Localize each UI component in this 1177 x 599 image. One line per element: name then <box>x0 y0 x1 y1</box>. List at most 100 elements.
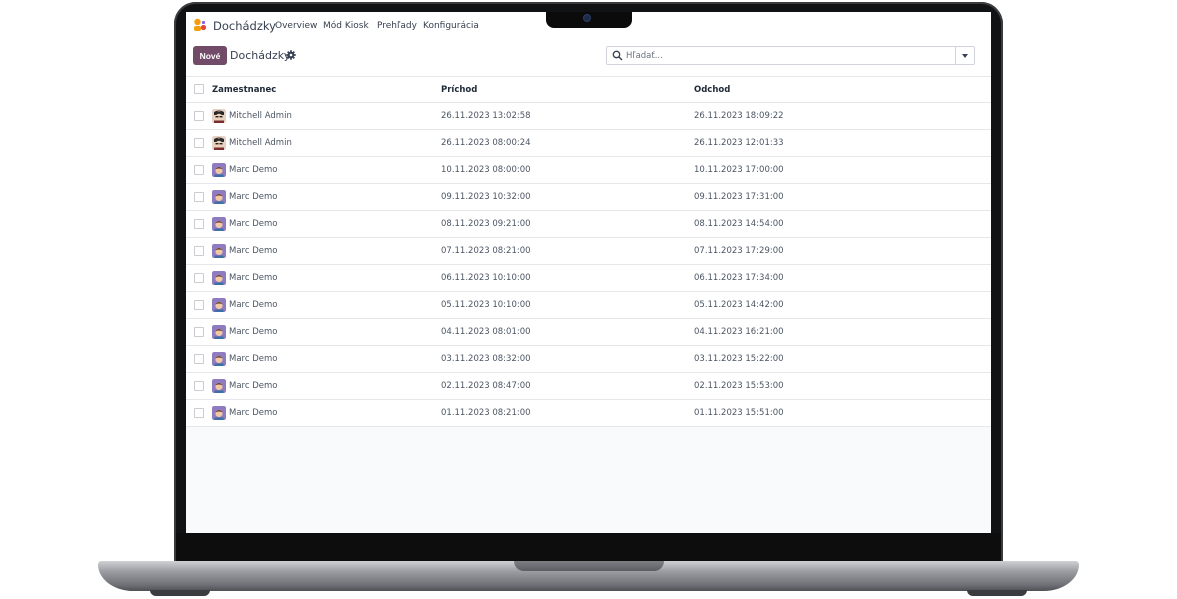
app-name[interactable]: Dochádzky <box>213 19 276 33</box>
check-in-cell: 06.11.2023 10:10:00 <box>441 264 694 292</box>
employee-name: Marc Demo <box>229 219 278 229</box>
employee-avatar <box>212 109 226 123</box>
table-row[interactable]: Marc Demo 10.11.2023 08:00:00 10.11.2023 1… <box>186 156 991 184</box>
gear-icon[interactable] <box>286 50 296 60</box>
table-row[interactable]: Marc Demo 01.11.2023 08:21:00 01.11.2023 1… <box>186 399 991 427</box>
check-in-cell: 07.11.2023 08:21:00 <box>441 237 694 265</box>
table-row[interactable]: Marc Demo 09.11.2023 10:32:00 09.11.2023 1… <box>186 183 991 211</box>
employee-name: Marc Demo <box>229 246 278 256</box>
table-row[interactable]: Marc Demo 04.11.2023 08:01:00 04.11.2023 1… <box>186 318 991 346</box>
table-row[interactable]: Marc Demo 06.11.2023 10:10:00 06.11.2023 1… <box>186 264 991 292</box>
menu-reports[interactable]: Prehľady <box>377 21 417 31</box>
employee-avatar <box>212 352 226 366</box>
employee-name: Marc Demo <box>229 381 278 391</box>
laptop-groove <box>514 561 664 571</box>
employee-avatar <box>212 271 226 285</box>
employee-name: Marc Demo <box>229 165 278 175</box>
column-check-in[interactable]: Príchod <box>441 76 694 103</box>
row-checkbox[interactable] <box>194 137 204 148</box>
menu-configuration[interactable]: Konfigurácia <box>423 21 479 31</box>
row-checkbox[interactable] <box>194 218 204 229</box>
check-in-cell: 26.11.2023 13:02:58 <box>441 102 694 130</box>
employee-name: Marc Demo <box>229 408 278 418</box>
table-row[interactable]: Marc Demo 08.11.2023 09:21:00 08.11.2023 1… <box>186 210 991 238</box>
laptop-foot-left <box>150 590 210 596</box>
laptop-chin <box>176 533 1001 562</box>
employee-name: Mitchell Admin <box>229 111 292 121</box>
select-all-checkbox[interactable] <box>194 84 204 95</box>
employee-name: Marc Demo <box>229 354 278 364</box>
row-checkbox[interactable] <box>194 191 204 202</box>
employee-avatar <box>212 379 226 393</box>
table-row[interactable]: Marc Demo 07.11.2023 08:21:00 07.11.2023 1… <box>186 237 991 265</box>
caret-down-icon <box>962 53 968 58</box>
employee-name: Marc Demo <box>229 327 278 337</box>
employee-avatar <box>212 163 226 177</box>
column-check-out[interactable]: Odchod <box>694 76 991 103</box>
camera-notch <box>546 12 632 28</box>
check-out-cell: 03.11.2023 15:22:00 <box>694 345 991 373</box>
table-row[interactable]: Marc Demo 05.11.2023 10:10:00 05.11.2023 1… <box>186 291 991 319</box>
row-checkbox[interactable] <box>194 272 204 283</box>
check-in-cell: 05.11.2023 10:10:00 <box>441 291 694 319</box>
row-checkbox[interactable] <box>194 353 204 364</box>
check-in-cell: 10.11.2023 08:00:00 <box>441 156 694 184</box>
attendance-table: Zamestnanec Príchod Odchod Mitchell Admi… <box>186 76 991 427</box>
check-out-cell: 06.11.2023 17:34:00 <box>694 264 991 292</box>
check-in-cell: 03.11.2023 08:32:00 <box>441 345 694 373</box>
search-input[interactable] <box>626 48 946 63</box>
check-in-cell: 02.11.2023 08:47:00 <box>441 372 694 400</box>
table-row[interactable]: Marc Demo 02.11.2023 08:47:00 02.11.2023 1… <box>186 372 991 400</box>
employee-avatar <box>212 244 226 258</box>
check-out-cell: 26.11.2023 12:01:33 <box>694 129 991 157</box>
employee-avatar <box>212 217 226 231</box>
check-out-cell: 07.11.2023 17:29:00 <box>694 237 991 265</box>
menu-kiosk-mode[interactable]: Mód Kiosk <box>323 21 369 31</box>
menu-overview[interactable]: Overview <box>275 21 317 31</box>
camera-icon <box>584 15 590 21</box>
table-row[interactable]: Mitchell Admin 26.11.2023 08:00:24 26.11.2… <box>186 129 991 157</box>
employee-name: Marc Demo <box>229 192 278 202</box>
employee-name: Marc Demo <box>229 273 278 283</box>
check-out-cell: 10.11.2023 17:00:00 <box>694 156 991 184</box>
search-bar <box>606 46 975 65</box>
employee-avatar <box>212 190 226 204</box>
employee-name: Mitchell Admin <box>229 138 292 148</box>
check-in-cell: 26.11.2023 08:00:24 <box>441 129 694 157</box>
employee-avatar <box>212 136 226 150</box>
check-out-cell: 09.11.2023 17:31:00 <box>694 183 991 211</box>
employee-avatar <box>212 298 226 312</box>
row-checkbox[interactable] <box>194 299 204 310</box>
search-icon <box>612 50 623 61</box>
column-employee[interactable]: Zamestnanec <box>212 76 441 103</box>
row-checkbox[interactable] <box>194 407 204 418</box>
check-in-cell: 04.11.2023 08:01:00 <box>441 318 694 346</box>
employee-name: Marc Demo <box>229 300 278 310</box>
table-header-row: Zamestnanec Príchod Odchod <box>186 76 991 103</box>
check-out-cell: 01.11.2023 15:51:00 <box>694 399 991 427</box>
check-in-cell: 09.11.2023 10:32:00 <box>441 183 694 211</box>
row-checkbox[interactable] <box>194 164 204 175</box>
check-out-cell: 04.11.2023 16:21:00 <box>694 318 991 346</box>
row-checkbox[interactable] <box>194 110 204 121</box>
row-checkbox[interactable] <box>194 245 204 256</box>
laptop-foot-right <box>967 590 1027 596</box>
row-checkbox[interactable] <box>194 380 204 391</box>
attendance-logo-icon[interactable] <box>193 18 207 32</box>
table-row[interactable]: Marc Demo 03.11.2023 08:32:00 03.11.2023 1… <box>186 345 991 373</box>
search-options-toggle[interactable] <box>955 47 974 64</box>
check-out-cell: 05.11.2023 14:42:00 <box>694 291 991 319</box>
row-checkbox[interactable] <box>194 326 204 337</box>
employee-avatar <box>212 406 226 420</box>
check-in-cell: 08.11.2023 09:21:00 <box>441 210 694 238</box>
control-panel: Nové Dochádzky <box>186 40 991 76</box>
employee-avatar <box>212 325 226 339</box>
check-in-cell: 01.11.2023 08:21:00 <box>441 399 694 427</box>
check-out-cell: 02.11.2023 15:53:00 <box>694 372 991 400</box>
table-row[interactable]: Mitchell Admin 26.11.2023 13:02:58 26.11.2… <box>186 102 991 130</box>
app-screen: Dochádzky Overview Mód Kiosk Prehľady Ko… <box>186 12 991 533</box>
new-button[interactable]: Nové <box>193 46 227 65</box>
breadcrumb: Dochádzky <box>230 49 291 62</box>
check-out-cell: 26.11.2023 18:09:22 <box>694 102 991 130</box>
check-out-cell: 08.11.2023 14:54:00 <box>694 210 991 238</box>
